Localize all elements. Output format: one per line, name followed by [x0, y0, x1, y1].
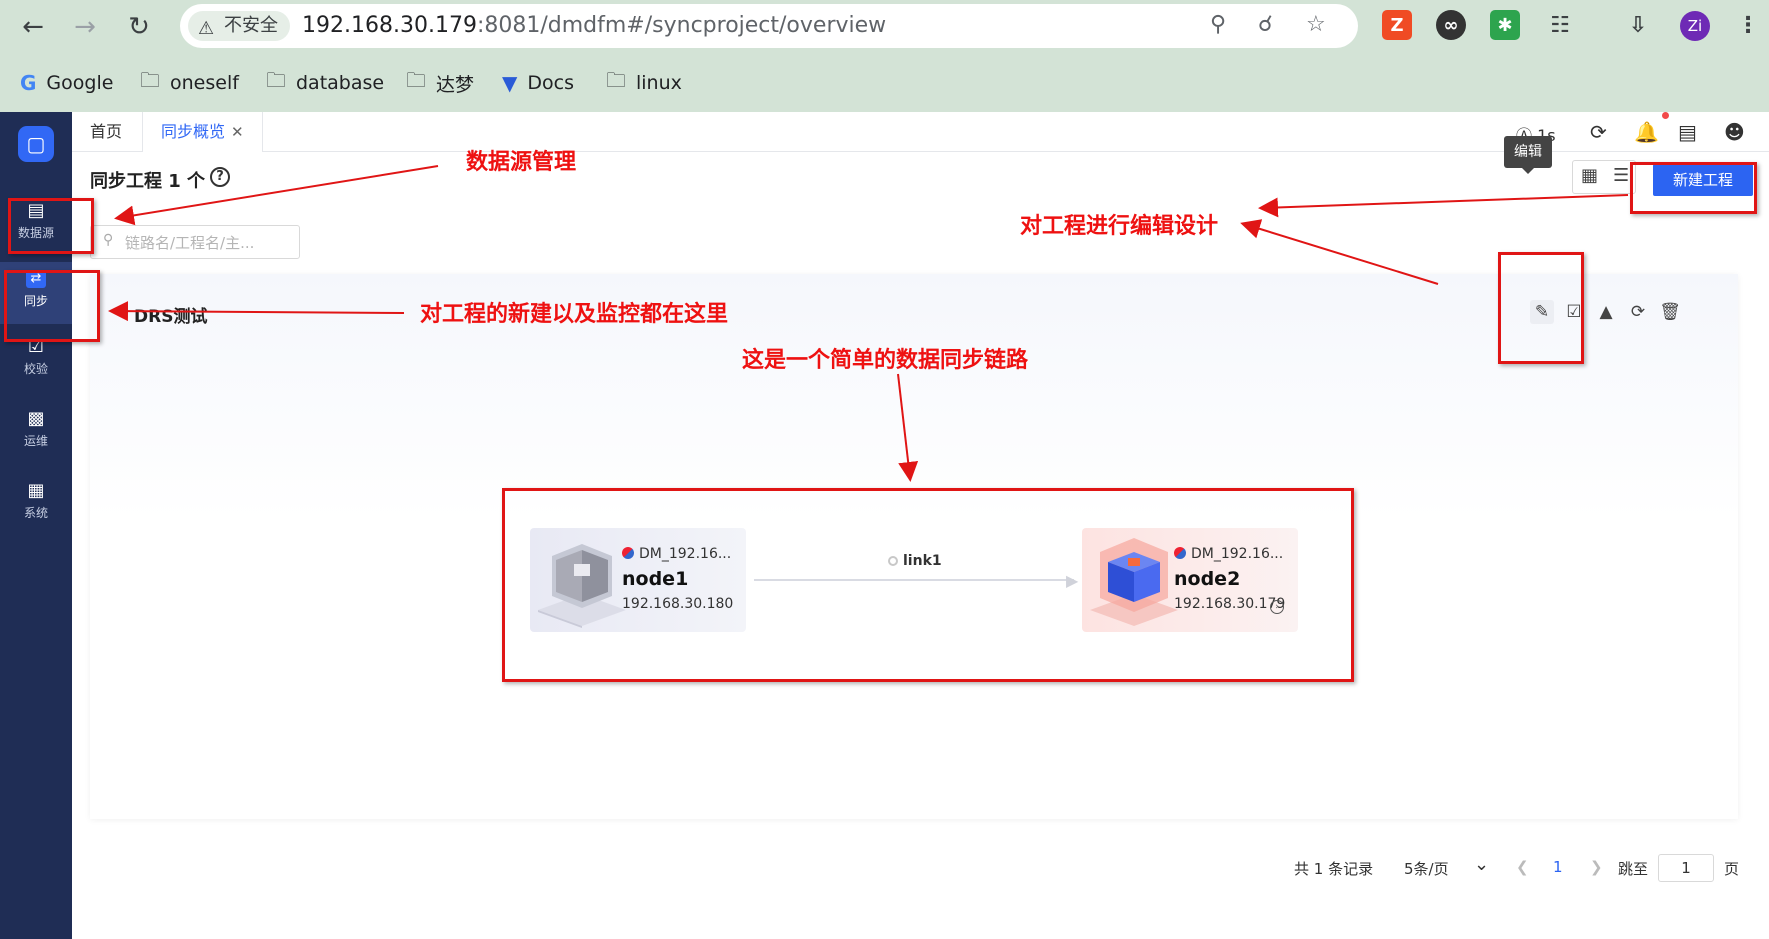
- search-box: ⚲: [90, 225, 300, 259]
- folder-icon: 🗀: [606, 68, 626, 92]
- bookmark-label: 达梦: [436, 73, 475, 96]
- project-name[interactable]: DRS测试: [134, 302, 207, 327]
- folder-icon: 🗀: [266, 68, 286, 92]
- chevron-down-icon[interactable]: ⌄: [1474, 854, 1489, 875]
- search-icon: ⚲: [103, 232, 114, 248]
- bookmark-docs[interactable]: ▼ Docs: [502, 70, 574, 96]
- profile-avatar[interactable]: Zi: [1680, 11, 1710, 41]
- security-label: 不安全: [224, 15, 278, 36]
- zoom-icon[interactable]: ☌: [1258, 12, 1273, 37]
- back-icon[interactable]: ←: [16, 10, 50, 44]
- sidebar-item-system[interactable]: ▦ 系统: [0, 474, 72, 536]
- bookmark-label: oneself: [170, 72, 239, 94]
- refresh-icon[interactable]: ⟳: [1626, 300, 1650, 324]
- bookmark-linux[interactable]: 🗀 linux: [606, 68, 682, 96]
- jump-page-input[interactable]: 1: [1658, 854, 1714, 882]
- sidebar-item-ops[interactable]: ▩ 运维: [0, 402, 72, 464]
- help-icon[interactable]: ?: [210, 167, 230, 187]
- next-page-icon[interactable]: ❯: [1590, 858, 1603, 876]
- key-icon[interactable]: ⚲: [1210, 12, 1226, 37]
- annotation-datasource: 数据源管理: [466, 150, 577, 175]
- folder-icon: 🗀: [140, 68, 160, 92]
- bookmark-google[interactable]: G Google: [20, 70, 113, 96]
- url-text[interactable]: 192.168.30.179:8081/dmdfm#/syncproject/o…: [302, 13, 886, 38]
- bookmark-label: linux: [636, 72, 682, 94]
- annotation-box-datasource: [8, 198, 94, 254]
- delete-icon[interactable]: 🗑: [1658, 300, 1682, 324]
- close-icon[interactable]: ✕: [231, 123, 244, 141]
- terminal-icon: ▩: [27, 408, 45, 429]
- forward-icon[interactable]: →: [68, 10, 102, 44]
- sidebar-item-label: 运维: [23, 434, 48, 448]
- google-icon: G: [20, 71, 37, 95]
- extension-link-icon[interactable]: ∞: [1436, 10, 1466, 40]
- app-logo[interactable]: ▢: [18, 126, 54, 162]
- tab-sync-overview[interactable]: 同步概览 ✕: [142, 112, 263, 152]
- annotation-box-sync: [4, 270, 100, 342]
- page-title: 同步工程 1 个: [90, 171, 206, 192]
- sidebar-item-label: 校验: [23, 362, 48, 376]
- sidebar-item-label: 系统: [23, 506, 48, 520]
- list-view-icon[interactable]: ☰: [1613, 165, 1629, 186]
- annotation-create-monitor: 对工程的新建以及监控都在这里: [420, 302, 729, 327]
- reload-icon[interactable]: ↻: [122, 10, 156, 44]
- search-input[interactable]: [125, 232, 295, 254]
- docs-icon: ▼: [502, 71, 518, 95]
- notification-dot: [1662, 112, 1669, 119]
- bookmark-database[interactable]: 🗀 database: [266, 68, 385, 96]
- annotation-box-edit: [1498, 252, 1584, 364]
- grid-view-icon[interactable]: ▦: [1581, 165, 1598, 186]
- star-icon[interactable]: ☆: [1306, 12, 1326, 37]
- page-unit-label: 页: [1724, 860, 1740, 878]
- annotation-box-link: [502, 488, 1354, 682]
- page-size-select[interactable]: 5条/页: [1404, 858, 1449, 879]
- view-toggle: ▦ ☰: [1572, 160, 1636, 194]
- tab-home[interactable]: 首页: [72, 112, 140, 152]
- bookmark-label: database: [296, 72, 385, 94]
- download-icon[interactable]: ⇩: [1623, 10, 1653, 40]
- edit-tooltip: 编辑: [1504, 136, 1552, 174]
- folder-icon: 🗀: [406, 68, 426, 92]
- jump-label: 跳至: [1618, 860, 1649, 878]
- address-bar[interactable]: ⚠ 不安全 192.168.30.179:8081/dmdfm#/syncpro…: [180, 4, 1358, 48]
- security-chip[interactable]: ⚠ 不安全: [188, 11, 290, 41]
- bookmark-label: Google: [46, 72, 114, 94]
- extension-run-icon[interactable]: ✱: [1490, 10, 1520, 40]
- extension-z-icon[interactable]: Z: [1382, 10, 1412, 40]
- url-host: 192.168.30.179: [302, 13, 477, 38]
- bookmark-oneself[interactable]: 🗀 oneself: [140, 68, 239, 96]
- prev-page-icon[interactable]: ❮: [1516, 858, 1529, 876]
- url-path: :8081/dmdfm#/syncproject/overview: [476, 13, 887, 38]
- tab-label: 首页: [90, 122, 123, 141]
- document-icon[interactable]: ▤: [1678, 120, 1697, 144]
- browser-chrome: ← → ↻ ⚠ 不安全 192.168.30.179:8081/dmdfm#/s…: [0, 0, 1769, 112]
- user-avatar-icon[interactable]: ☻: [1724, 120, 1745, 144]
- pagination-total: 共 1 条记录: [1294, 860, 1374, 878]
- bookmark-dameng[interactable]: 🗀 达梦: [406, 68, 475, 96]
- menu-icon[interactable]: ⋮: [1733, 10, 1763, 40]
- refresh-icon[interactable]: ⟳: [1590, 120, 1607, 144]
- upload-icon[interactable]: ▲: [1594, 300, 1618, 324]
- warning-icon: ⚠: [198, 18, 215, 39]
- bell-icon[interactable]: 🔔: [1634, 120, 1659, 144]
- page-number-current[interactable]: 1: [1553, 858, 1563, 876]
- annotation-edit-design: 对工程进行编辑设计: [1020, 214, 1219, 239]
- tab-label: 同步概览: [161, 122, 226, 141]
- bookmark-label: Docs: [527, 72, 574, 94]
- annotation-box-new-project: [1630, 162, 1757, 214]
- extensions-icon[interactable]: ☷: [1545, 10, 1575, 40]
- annotation-simple-link: 这是一个简单的数据同步链路: [742, 348, 1029, 373]
- grid-icon: ▦: [27, 480, 45, 501]
